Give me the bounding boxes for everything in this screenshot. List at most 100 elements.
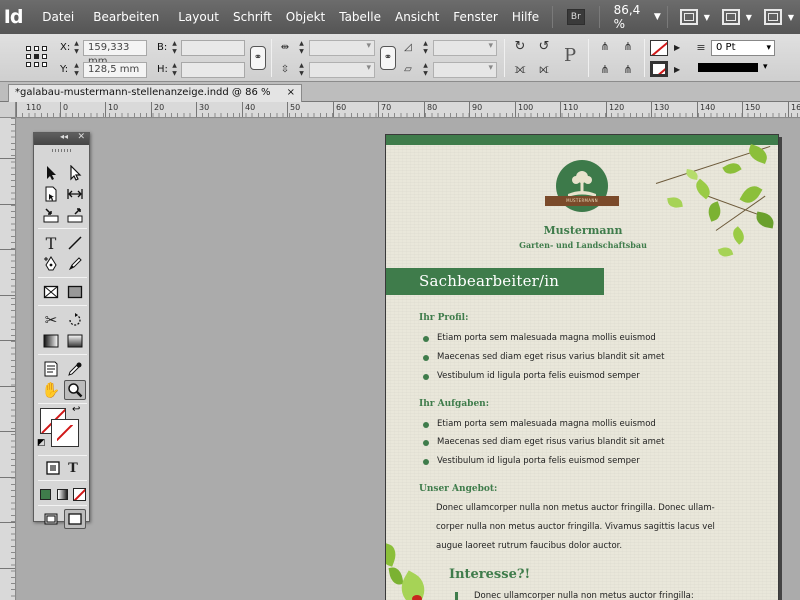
selection-tool-icon[interactable]: [40, 163, 62, 183]
rotate-dropdown[interactable]: [433, 40, 497, 56]
chevron-down-icon[interactable]: ▼: [788, 13, 794, 22]
menu-hilfe[interactable]: Hilfe: [512, 10, 539, 24]
arrange-documents-icon[interactable]: [763, 9, 782, 25]
document-tab[interactable]: *galabau-mustermann-stellenanzeige.indd …: [8, 84, 302, 102]
offer-line: Donec ullamcorper nulla non metus auctor…: [436, 503, 715, 513]
free-transform-tool-icon[interactable]: [64, 310, 86, 330]
shear-dropdown[interactable]: [433, 62, 497, 78]
fill-swatch-none-icon[interactable]: [650, 40, 668, 56]
stroke-weight-field[interactable]: 0 Pt: [711, 40, 775, 56]
select-next-icon[interactable]: ⋔: [620, 62, 636, 78]
chevron-right-icon[interactable]: ▶: [674, 43, 680, 52]
flip-vertical-icon[interactable]: ⟖: [536, 62, 552, 78]
x-field[interactable]: 159,333 mm: [83, 40, 147, 67]
x-label: X:: [60, 42, 71, 53]
rectangle-tool-icon[interactable]: [64, 282, 86, 302]
chevron-down-icon[interactable]: ▼: [746, 13, 752, 22]
reference-point-icon[interactable]: [26, 46, 48, 68]
chevron-right-icon[interactable]: ▶: [674, 65, 680, 74]
height-spinner[interactable]: ▲ ▼: [170, 62, 179, 78]
char-style-icon[interactable]: P: [562, 47, 578, 65]
document-page[interactable]: MUSTERMANN Mustermann Garten- und Landsc…: [385, 134, 779, 600]
rotate-cw-icon[interactable]: ↻: [512, 39, 528, 55]
zoom-dropdown-icon[interactable]: ▼: [654, 12, 661, 22]
fill-stroke-swatches[interactable]: ↩ ◩: [37, 404, 82, 450]
select-content-icon[interactable]: ⋔: [597, 62, 613, 78]
interest-heading: Interesse?!: [449, 567, 531, 582]
hand-tool-icon[interactable]: ✋: [40, 380, 62, 400]
chevron-down-icon[interactable]: ▼: [704, 13, 710, 22]
stroke-none-icon[interactable]: [51, 419, 79, 447]
page-tool-icon[interactable]: [40, 184, 62, 204]
tools-panel-header[interactable]: ◂◂ ✕: [34, 132, 89, 145]
y-field[interactable]: 128,5 mm: [83, 62, 147, 78]
view-options-icon[interactable]: [679, 9, 698, 25]
gradient-feather-tool-icon[interactable]: [64, 331, 86, 351]
note-tool-icon[interactable]: [40, 359, 62, 379]
menu-objekt[interactable]: Objekt: [286, 10, 325, 24]
menu-tabelle[interactable]: Tabelle: [339, 10, 381, 24]
height-field[interactable]: [181, 62, 245, 78]
screen-mode-icon[interactable]: [721, 9, 740, 25]
menu-layout[interactable]: Layout: [178, 10, 219, 24]
job-title-banner: Sachbearbeiter/in: [386, 268, 604, 295]
rotate-ccw-icon[interactable]: ↺: [536, 39, 552, 55]
content-placer-icon[interactable]: [64, 205, 86, 225]
stroke-swatch-none-icon[interactable]: [650, 61, 668, 77]
y-spinner[interactable]: ▲ ▼: [72, 62, 81, 78]
menu-bearbeiten[interactable]: Bearbeiten: [93, 10, 159, 24]
collapse-icon[interactable]: ◂◂: [60, 132, 68, 141]
formatting-text-icon[interactable]: T: [62, 458, 84, 478]
menu-ansicht[interactable]: Ansicht: [395, 10, 439, 24]
scale-y-spinner[interactable]: ▲ ▼: [297, 62, 306, 78]
content-collector-icon[interactable]: [40, 205, 62, 225]
flip-horizontal-icon[interactable]: ⟗: [512, 62, 528, 78]
zoom-tool-icon[interactable]: [64, 380, 86, 400]
chevron-down-icon[interactable]: ▾: [763, 62, 768, 72]
shear-spinner[interactable]: ▲ ▼: [421, 62, 430, 78]
scissors-tool-icon[interactable]: ✂: [40, 310, 62, 330]
gradient-swatch-tool-icon[interactable]: [40, 331, 62, 351]
line-tool-icon[interactable]: [64, 233, 86, 253]
width-field[interactable]: [181, 40, 245, 56]
gap-tool-icon[interactable]: [64, 184, 86, 204]
pen-tool-icon[interactable]: [40, 254, 62, 274]
ruler-mark: 30: [199, 103, 210, 112]
scale-x-dropdown[interactable]: [309, 40, 375, 56]
close-icon[interactable]: ✕: [77, 132, 85, 142]
scale-y-dropdown[interactable]: [309, 62, 375, 78]
vertical-ruler[interactable]: [0, 118, 16, 600]
width-spinner[interactable]: ▲ ▼: [170, 40, 179, 56]
zoom-level[interactable]: 86,4 %: [614, 3, 646, 31]
rectangle-frame-tool-icon[interactable]: [40, 282, 62, 302]
close-icon[interactable]: ×: [287, 85, 295, 101]
apply-none-icon[interactable]: [68, 484, 90, 504]
direct-selection-tool-icon[interactable]: [64, 163, 86, 183]
select-previous-icon[interactable]: ⋔: [620, 39, 636, 55]
preview-view-icon[interactable]: [64, 509, 86, 529]
x-spinner[interactable]: ▲ ▼: [72, 40, 81, 56]
formatting-container-icon[interactable]: [42, 458, 64, 478]
bridge-button[interactable]: Br: [567, 9, 585, 25]
constrain-proportions-icon[interactable]: ⚭: [250, 46, 266, 70]
menu-fenster[interactable]: Fenster: [453, 10, 498, 24]
menu-separator: [552, 6, 554, 28]
width-label: B:: [157, 42, 168, 53]
normal-view-icon[interactable]: [40, 509, 62, 529]
rotate-spinner[interactable]: ▲ ▼: [421, 40, 430, 56]
menu-schrift[interactable]: Schrift: [233, 10, 272, 24]
ruler-origin[interactable]: [0, 102, 16, 118]
menu-datei[interactable]: Datei: [42, 10, 74, 24]
panel-grip[interactable]: [34, 145, 89, 157]
default-fill-stroke-icon[interactable]: ◩: [37, 438, 46, 448]
type-tool-icon[interactable]: T: [40, 233, 62, 253]
section-heading-profil: Ihr Profil:: [419, 313, 469, 323]
horizontal-ruler[interactable]: 110 0 10 20 30 40 50 60 70 80 90 100 110…: [16, 102, 800, 118]
constrain-scale-icon[interactable]: ⚭: [380, 46, 396, 70]
stroke-type-selector[interactable]: [698, 63, 758, 72]
eyedropper-tool-icon[interactable]: [64, 359, 86, 379]
scale-x-spinner[interactable]: ▲ ▼: [297, 40, 306, 56]
pencil-tool-icon[interactable]: [64, 254, 86, 274]
swap-fill-stroke-icon[interactable]: ↩: [72, 404, 80, 415]
select-container-icon[interactable]: ⋔: [597, 39, 613, 55]
